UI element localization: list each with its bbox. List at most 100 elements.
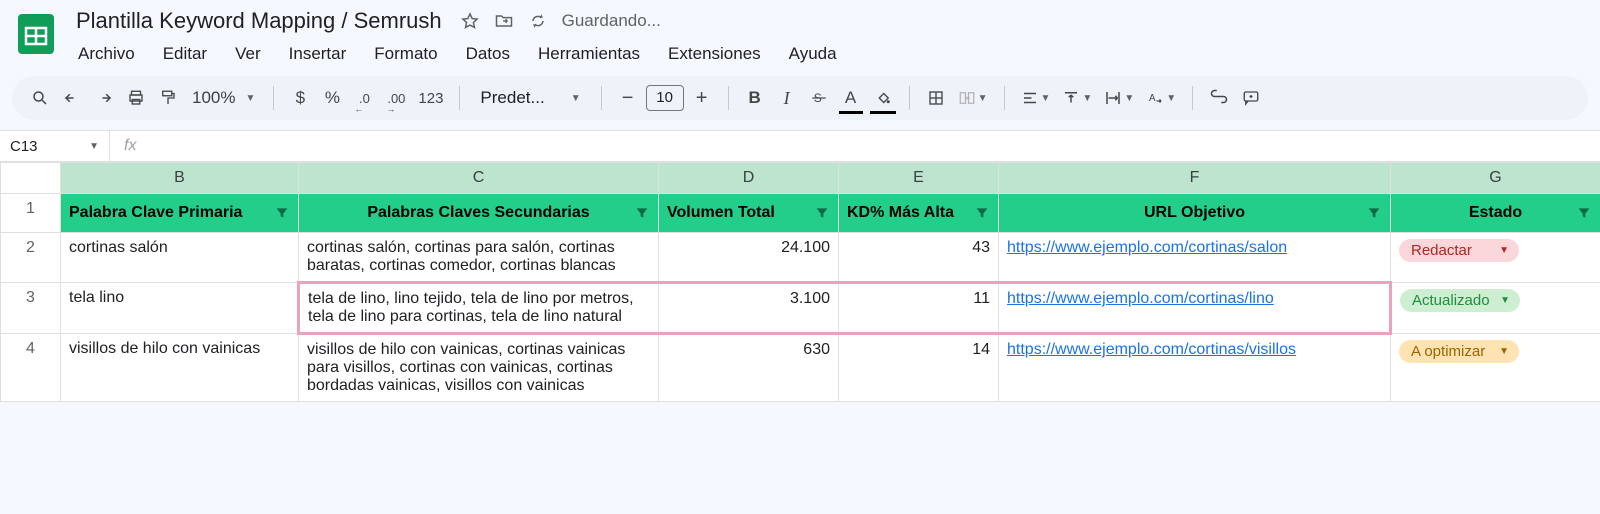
table-row: 4 visillos de hilo con vainicas visillos… <box>1 334 1600 402</box>
table-row: 2 cortinas salón cortinas salón, cortina… <box>1 233 1600 283</box>
menu-format[interactable]: Formato <box>370 42 441 66</box>
filter-icon[interactable] <box>814 205 830 221</box>
menu-data[interactable]: Datos <box>462 42 514 66</box>
col-header-G[interactable]: G <box>1391 163 1600 194</box>
cell-kd[interactable]: 43 <box>839 233 999 283</box>
chevron-down-icon: ▼ <box>978 93 988 104</box>
search-icon[interactable] <box>26 84 54 112</box>
menu-tools[interactable]: Herramientas <box>534 42 644 66</box>
text-color-button[interactable]: A <box>837 84 865 112</box>
link[interactable]: https://www.ejemplo.com/cortinas/salon <box>1007 239 1287 256</box>
divider <box>1004 86 1005 110</box>
col-header-B[interactable]: B <box>61 163 299 194</box>
decrease-font-size-button[interactable]: − <box>614 84 642 112</box>
strikethrough-button[interactable]: S <box>805 84 833 112</box>
cell-primary[interactable]: tela lino <box>61 283 299 334</box>
link[interactable]: https://www.ejemplo.com/cortinas/lino <box>1007 290 1274 307</box>
header-volume[interactable]: Volumen Total <box>659 194 839 233</box>
table-row: 3 tela lino tela de lino, lino tejido, t… <box>1 283 1600 334</box>
doc-title[interactable]: Plantilla Keyword Mapping / Semrush <box>72 6 446 36</box>
cell-primary[interactable]: visillos de hilo con vainicas <box>61 334 299 402</box>
menu-edit[interactable]: Editar <box>159 42 211 66</box>
filter-icon[interactable] <box>1576 205 1592 221</box>
decrease-decimal-button[interactable]: .0← <box>350 84 378 112</box>
name-box[interactable]: C13 ▼ <box>0 131 110 161</box>
undo-icon[interactable] <box>58 84 86 112</box>
menu-insert[interactable]: Insertar <box>285 42 351 66</box>
status-pill[interactable]: Actualizado▼ <box>1400 289 1520 312</box>
menu-help[interactable]: Ayuda <box>785 42 841 66</box>
redo-icon[interactable] <box>90 84 118 112</box>
horizontal-align-button[interactable]: ▼ <box>1017 84 1055 112</box>
percent-button[interactable]: % <box>318 84 346 112</box>
menu-file[interactable]: Archivo <box>74 42 139 66</box>
cell-secondary[interactable]: tela de lino, lino tejido, tela de lino … <box>299 283 659 334</box>
increase-font-size-button[interactable]: + <box>688 84 716 112</box>
header-secondary[interactable]: Palabras Claves Secundarias <box>299 194 659 233</box>
cell-secondary[interactable]: visillos de hilo con vainicas, cortinas … <box>299 334 659 402</box>
col-header-E[interactable]: E <box>839 163 999 194</box>
text-rotation-button[interactable]: A▼ <box>1142 84 1180 112</box>
header-url[interactable]: URL Objetivo <box>999 194 1391 233</box>
currency-button[interactable]: $ <box>286 84 314 112</box>
row-header-1[interactable]: 1 <box>1 194 61 233</box>
text-wrap-button[interactable]: ▼ <box>1100 84 1138 112</box>
insert-link-button[interactable] <box>1205 84 1233 112</box>
filter-icon[interactable] <box>634 205 650 221</box>
select-all-corner[interactable] <box>1 163 61 194</box>
filter-icon[interactable] <box>274 205 290 221</box>
status-pill[interactable]: Redactar▼ <box>1399 239 1519 262</box>
row-header[interactable]: 2 <box>1 233 61 283</box>
font-select[interactable]: Predet...▼ <box>472 88 588 108</box>
cell-url[interactable]: https://www.ejemplo.com/cortinas/visillo… <box>999 334 1391 402</box>
cell-kd[interactable]: 14 <box>839 334 999 402</box>
header-primary[interactable]: Palabra Clave Primaria <box>61 194 299 233</box>
cloud-sync-icon[interactable] <box>528 11 548 31</box>
cell-volume[interactable]: 3.100 <box>659 283 839 334</box>
cell-status[interactable]: Actualizado▼ <box>1391 283 1600 334</box>
link[interactable]: https://www.ejemplo.com/cortinas/visillo… <box>1007 341 1296 358</box>
col-header-F[interactable]: F <box>999 163 1391 194</box>
increase-decimal-button[interactable]: .00→ <box>382 84 410 112</box>
row-header[interactable]: 4 <box>1 334 61 402</box>
merge-cells-button[interactable]: ▼ <box>954 84 992 112</box>
cell-kd[interactable]: 11 <box>839 283 999 334</box>
paint-format-icon[interactable] <box>154 84 182 112</box>
menu-extensions[interactable]: Extensiones <box>664 42 765 66</box>
chevron-down-icon: ▼ <box>1124 93 1134 104</box>
header-status[interactable]: Estado <box>1391 194 1600 233</box>
row-header[interactable]: 3 <box>1 283 61 334</box>
menubar: Archivo Editar Ver Insertar Formato Dato… <box>72 36 843 76</box>
filter-icon[interactable] <box>974 205 990 221</box>
cell-url[interactable]: https://www.ejemplo.com/cortinas/lino <box>999 283 1391 334</box>
fx-icon: fx <box>110 137 150 155</box>
header-kd[interactable]: KD% Más Alta <box>839 194 999 233</box>
insert-comment-button[interactable] <box>1237 84 1265 112</box>
chevron-down-icon: ▼ <box>1500 295 1510 306</box>
italic-button[interactable]: I <box>773 84 801 112</box>
fill-color-button[interactable] <box>869 84 897 112</box>
bold-button[interactable]: B <box>741 84 769 112</box>
move-folder-icon[interactable] <box>494 11 514 31</box>
zoom-select[interactable]: 100%▼ <box>186 88 261 108</box>
cell-secondary[interactable]: cortinas salón, cortinas para salón, cor… <box>299 233 659 283</box>
menu-view[interactable]: Ver <box>231 42 265 66</box>
number-format-button[interactable]: 123 <box>414 84 447 112</box>
sheets-app-icon[interactable] <box>12 10 60 58</box>
borders-button[interactable] <box>922 84 950 112</box>
print-icon[interactable] <box>122 84 150 112</box>
cell-status[interactable]: Redactar▼ <box>1391 233 1600 283</box>
vertical-align-button[interactable]: ▼ <box>1058 84 1096 112</box>
status-pill[interactable]: A optimizar▼ <box>1399 340 1519 363</box>
cell-url[interactable]: https://www.ejemplo.com/cortinas/salon <box>999 233 1391 283</box>
cell-volume[interactable]: 630 <box>659 334 839 402</box>
font-size-input[interactable]: 10 <box>646 85 684 111</box>
cell-status[interactable]: A optimizar▼ <box>1391 334 1600 402</box>
col-header-C[interactable]: C <box>299 163 659 194</box>
star-icon[interactable] <box>460 11 480 31</box>
col-header-D[interactable]: D <box>659 163 839 194</box>
spreadsheet-grid[interactable]: B C D E F G 1 Palabra Clave Primaria Pal… <box>0 162 1600 402</box>
cell-primary[interactable]: cortinas salón <box>61 233 299 283</box>
filter-icon[interactable] <box>1366 205 1382 221</box>
cell-volume[interactable]: 24.100 <box>659 233 839 283</box>
